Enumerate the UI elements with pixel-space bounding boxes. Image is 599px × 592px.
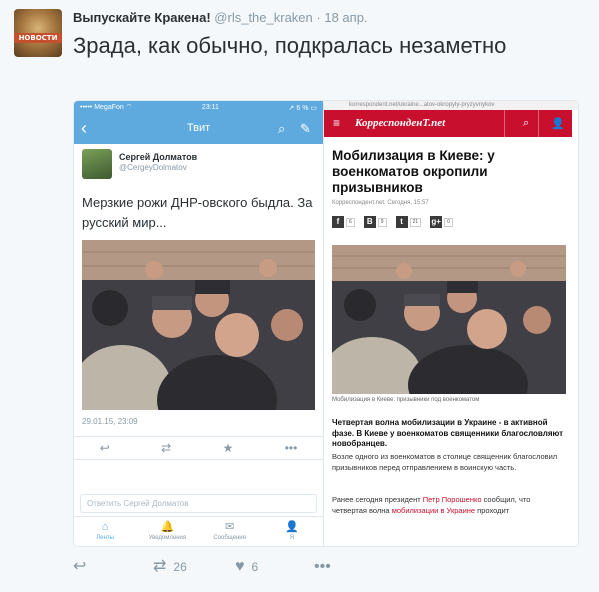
photo-caption: Мобилизация в Киеве: призывники под воен… (332, 397, 480, 403)
like-count: 6 (251, 560, 259, 574)
paragraph-text: Ранее сегодня президент (332, 495, 423, 504)
menu-icon: ≡ (333, 116, 341, 130)
crowd-photo-image (332, 245, 566, 394)
google-plus-icon: g+ (430, 216, 443, 228)
carrier-text: ••••• MegaFon ⌔ (80, 104, 133, 111)
embedded-reply-field: Ответить Сергей Долматов (80, 494, 317, 513)
url-bar: korrespondent.net/ukraine...atov-okropyl… (324, 101, 578, 110)
compose-icon: ✎ (300, 121, 311, 136)
tab-messages: ✉ Сообщения (199, 517, 261, 546)
embedded-user-handle: @CergeyDolmatov (119, 163, 187, 172)
tweet-timestamp[interactable]: 18 апр. (324, 10, 367, 25)
user-icon: 👤 (551, 118, 565, 130)
search-icon: ⌕ (278, 121, 286, 136)
embedded-avatar (82, 149, 112, 179)
share-facebook: f 6 (332, 216, 355, 228)
clock-text: 23:11 (201, 104, 219, 111)
bell-icon: 🔔 (160, 521, 175, 533)
more-icon: ••• (314, 558, 331, 575)
tab-label: Уведомления (148, 535, 187, 541)
heart-icon: ♥ (235, 558, 245, 575)
article-paragraph: Возле одного из военкоматов в столице св… (332, 452, 558, 472)
vk-icon: В (363, 216, 376, 228)
article-paragraph: Ранее сегодня президент Петр Порошенко с… (332, 495, 564, 516)
embedded-photo (82, 240, 315, 410)
share-count: 0 (444, 217, 453, 227)
mobilization-link: мобилизации в Украине (391, 505, 476, 515)
phone-screenshot: ••••• MegaFon ⌔ 23:11 ↗ 6 % ▭ ‹ Твит ⌕ ✎… (74, 101, 323, 546)
tab-me: 👤 Я (261, 517, 323, 546)
author-handle[interactable]: @rls_the_kraken (214, 10, 312, 25)
share-count: 6 (346, 217, 355, 227)
tweet-action-bar: ↩ ⇄ 26 ♥ 6 ••• (73, 557, 373, 579)
more-button[interactable]: ••• (314, 557, 331, 577)
avatar-label: НОВОСТИ (18, 34, 58, 42)
header-divider (504, 110, 505, 137)
like-button[interactable]: ♥ 6 (235, 557, 258, 577)
phone-status-bar: ••••• MegaFon ⌔ 23:11 ↗ 6 % ▭ (74, 101, 323, 114)
embedded-tweet-date: 29.01.15, 23:09 (82, 417, 138, 426)
phone-nav-bar: ‹ Твит ⌕ ✎ (74, 114, 323, 144)
tweet: НОВОСТИ Выпускайте Кракена! @rls_the_kra… (0, 0, 599, 592)
tweet-header: Выпускайте Кракена! @rls_the_kraken · 18… (73, 10, 368, 25)
author-avatar[interactable]: НОВОСТИ (14, 9, 62, 57)
facebook-icon: f (332, 216, 344, 228)
site-header: ≡ КорреспонденТ.net ⌕ 👤 (324, 110, 572, 137)
reply-icon: ↩ (73, 558, 87, 575)
person-icon: 👤 (285, 521, 299, 533)
retweet-icon: ⇄ (153, 558, 167, 575)
share-vk: В 9 (363, 216, 387, 228)
tab-label: Ленты (96, 535, 114, 541)
paragraph-text: проходит (475, 505, 510, 515)
tweet-text: Зрада, как обычно, подкралась незаметно (73, 33, 507, 58)
share-google-plus: g+ 0 (430, 216, 453, 228)
tab-label: Сообщения (213, 535, 246, 541)
retweet-button[interactable]: ⇄ 26 (153, 557, 187, 577)
tab-label: Я (289, 535, 295, 541)
article-photo (332, 245, 566, 394)
embedded-user-name: Сергей Долматов (119, 152, 198, 162)
embedded-action-bar: ↩ ⇄ ★ ••• (74, 436, 323, 460)
share-buttons: f 6 В 9 t 21 g+ 0 (332, 216, 453, 228)
share-count: 21 (409, 217, 422, 227)
embedded-tweet-text: Мерзкие рожи ДНР-овского быдла. За русск… (82, 195, 313, 230)
retweet-count: 26 (173, 560, 187, 574)
home-icon: ⌂ (101, 521, 109, 533)
search-icon: ⌕ (523, 117, 530, 129)
phone-nav-title: Твит (186, 122, 211, 134)
share-twitter: t 21 (395, 216, 422, 228)
embedded-more-icon: ••• (284, 441, 298, 455)
site-logo: КорреспонденТ.net (355, 117, 446, 129)
share-count: 9 (377, 217, 387, 227)
website-screenshot: korrespondent.net/ukraine...atov-okropyl… (323, 101, 578, 546)
tab-timelines: ⌂ Ленты (74, 517, 136, 546)
phone-tab-bar: ⌂ Ленты 🔔 Уведомления ✉ Сообщения 👤 Я (74, 516, 323, 546)
embedded-favorite-icon: ★ (222, 441, 234, 455)
reply-button[interactable]: ↩ (73, 557, 86, 577)
author-name[interactable]: Выпускайте Кракена! (73, 10, 211, 25)
header-separator: · (316, 10, 321, 25)
embedded-retweet-icon: ⇄ (161, 441, 172, 455)
article-lead: Четвертая волна мобилизации в Украине - … (332, 418, 564, 448)
battery-text: ↗ 6 % ▭ (288, 104, 317, 112)
header-divider (538, 110, 539, 137)
envelope-icon: ✉ (225, 521, 235, 533)
poroshenko-link: Петр Порошенко (422, 495, 482, 504)
crowd-photo-image (82, 240, 315, 410)
embedded-reply-icon: ↩ (99, 441, 110, 455)
twitter-icon: t (395, 216, 408, 228)
article-meta: Корреспондент.net, Сегодня, 15:57 (332, 200, 429, 206)
article-headline: Мобилизация в Киеве: у военкоматов окроп… (332, 148, 495, 195)
tab-notifications: 🔔 Уведомления (136, 517, 198, 546)
tweet-media[interactable]: ••••• MegaFon ⌔ 23:11 ↗ 6 % ▭ ‹ Твит ⌕ ✎… (73, 100, 579, 547)
